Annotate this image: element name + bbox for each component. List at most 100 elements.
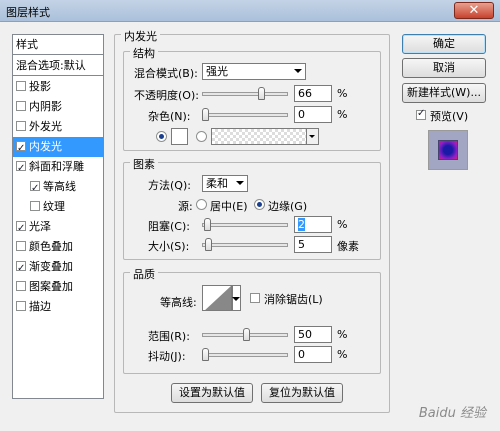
style-checkbox[interactable] <box>16 281 26 291</box>
style-item-label: 描边 <box>29 300 51 313</box>
styles-header[interactable]: 样式 <box>13 35 103 55</box>
structure-group: 结构 混合模式(B): 强光 不透明度(O): 66 % 杂色(N): 0 % <box>123 45 381 151</box>
source-center-label: 居中(E) <box>210 200 248 213</box>
noise-slider-thumb[interactable] <box>202 108 209 121</box>
dialog-body: 样式 混合选项:默认 投影内阴影外发光内发光斜面和浮雕等高线纹理光泽颜色叠加渐变… <box>4 22 496 427</box>
size-label: 大小(S): <box>148 240 190 253</box>
opacity-input[interactable]: 66 <box>294 85 332 102</box>
method-label: 方法(Q): <box>148 179 191 192</box>
style-checkbox[interactable] <box>16 219 26 239</box>
antialias-label: 消除锯齿(L) <box>264 293 323 306</box>
choke-value: 2 <box>298 218 305 231</box>
opacity-slider-thumb[interactable] <box>258 87 265 100</box>
contour-label: 等高线: <box>160 296 197 309</box>
quality-title: 品质 <box>130 266 158 282</box>
size-slider-thumb[interactable] <box>205 238 212 251</box>
style-item[interactable]: 外发光 <box>13 117 103 137</box>
quality-group: 品质 等高线: 消除锯齿(L) 范围(R): 50 % 抖动(J): 0 % <box>123 266 381 374</box>
style-checkbox[interactable] <box>16 81 26 91</box>
jitter-slider[interactable] <box>202 348 288 361</box>
style-item[interactable]: 渐变叠加 <box>13 257 103 279</box>
chevron-down-icon <box>232 297 240 301</box>
preview-checkbox[interactable] <box>416 108 426 120</box>
source-edge-radio[interactable] <box>254 199 265 210</box>
style-item-label: 纹理 <box>43 200 65 213</box>
source-center-radio[interactable] <box>196 199 207 210</box>
opacity-slider[interactable] <box>202 87 288 100</box>
gradient-picker[interactable] <box>211 128 319 145</box>
jitter-input[interactable]: 0 <box>294 346 332 363</box>
gradient-radio[interactable] <box>196 131 207 142</box>
style-item[interactable]: 颜色叠加 <box>13 237 103 257</box>
style-item[interactable]: 内阴影 <box>13 97 103 117</box>
close-button[interactable]: ✕ <box>454 2 494 19</box>
style-item-label: 渐变叠加 <box>29 260 73 273</box>
contour-dropdown[interactable] <box>232 285 241 311</box>
style-item-label: 内阴影 <box>29 100 62 113</box>
blend-options-default[interactable]: 混合选项:默认 <box>13 56 103 76</box>
ok-button[interactable]: 确定 <box>402 34 486 54</box>
method-select[interactable]: 柔和 <box>202 175 248 192</box>
style-checkbox[interactable] <box>16 101 26 111</box>
style-item-label: 斜面和浮雕 <box>29 160 84 173</box>
elements-group: 图素 方法(Q): 柔和 源: 居中(E) 边缘(G) 阻塞(C): 2 % 大… <box>123 156 381 260</box>
noise-label: 杂色(N): <box>148 110 191 123</box>
jitter-slider-thumb[interactable] <box>202 348 209 361</box>
structure-title: 结构 <box>130 45 158 61</box>
range-slider[interactable] <box>202 328 288 341</box>
style-preview <box>428 130 468 170</box>
source-label: 源: <box>178 200 193 213</box>
style-checkbox[interactable] <box>16 301 26 311</box>
choke-input[interactable]: 2 <box>294 216 332 233</box>
source-edge-label: 边缘(G) <box>268 200 308 213</box>
jitter-label: 抖动(J): <box>148 350 186 363</box>
contour-picker[interactable] <box>202 285 232 311</box>
inner-glow-title: 内发光 <box>121 28 160 44</box>
range-label: 范围(R): <box>148 330 190 343</box>
preview-label: 预览(V) <box>430 110 469 123</box>
blend-mode-label: 混合模式(B): <box>134 67 198 80</box>
noise-slider[interactable] <box>202 108 288 121</box>
preview-swatch <box>438 140 458 160</box>
style-item-label: 等高线 <box>43 180 76 193</box>
noise-input[interactable]: 0 <box>294 106 332 123</box>
style-item[interactable]: 内发光 <box>13 137 103 159</box>
style-item[interactable]: 光泽 <box>13 217 103 239</box>
style-item-label: 颜色叠加 <box>29 240 73 253</box>
color-radio[interactable] <box>156 131 167 142</box>
style-checkbox[interactable] <box>30 201 40 211</box>
range-slider-thumb[interactable] <box>243 328 250 341</box>
size-slider[interactable] <box>202 238 288 251</box>
style-checkbox[interactable] <box>16 241 26 251</box>
style-item-label: 光泽 <box>29 220 51 233</box>
style-item[interactable]: 图案叠加 <box>13 277 103 297</box>
make-default-button[interactable]: 设置为默认值 <box>171 383 253 403</box>
style-checkbox[interactable] <box>16 259 26 279</box>
antialias-checkbox[interactable] <box>250 293 260 303</box>
jitter-unit: % <box>337 348 348 361</box>
style-item[interactable]: 投影 <box>13 77 103 97</box>
choke-slider-thumb[interactable] <box>204 218 211 231</box>
glow-color-swatch[interactable] <box>171 128 188 145</box>
style-checkbox[interactable] <box>16 159 26 179</box>
style-checkbox[interactable] <box>16 139 26 159</box>
style-item[interactable]: 描边 <box>13 297 103 317</box>
range-input[interactable]: 50 <box>294 326 332 343</box>
style-item[interactable]: 纹理 <box>13 197 103 217</box>
chevron-down-icon[interactable] <box>306 129 318 144</box>
blend-mode-select[interactable]: 强光 <box>202 63 306 80</box>
new-style-button[interactable]: 新建样式(W)... <box>402 83 486 103</box>
style-item[interactable]: 等高线 <box>13 177 103 199</box>
chevron-down-icon <box>294 69 302 73</box>
window-title: 图层样式 <box>6 6 50 19</box>
choke-slider[interactable] <box>202 218 288 231</box>
size-input[interactable]: 5 <box>294 236 332 253</box>
method-value: 柔和 <box>206 177 228 190</box>
title-bar: 图层样式 ✕ <box>0 0 500 22</box>
style-item[interactable]: 斜面和浮雕 <box>13 157 103 179</box>
cancel-button[interactable]: 取消 <box>402 58 486 78</box>
style-checkbox[interactable] <box>16 121 26 131</box>
choke-label: 阻塞(C): <box>148 220 190 233</box>
reset-default-button[interactable]: 复位为默认值 <box>261 383 343 403</box>
style-checkbox[interactable] <box>30 179 40 199</box>
